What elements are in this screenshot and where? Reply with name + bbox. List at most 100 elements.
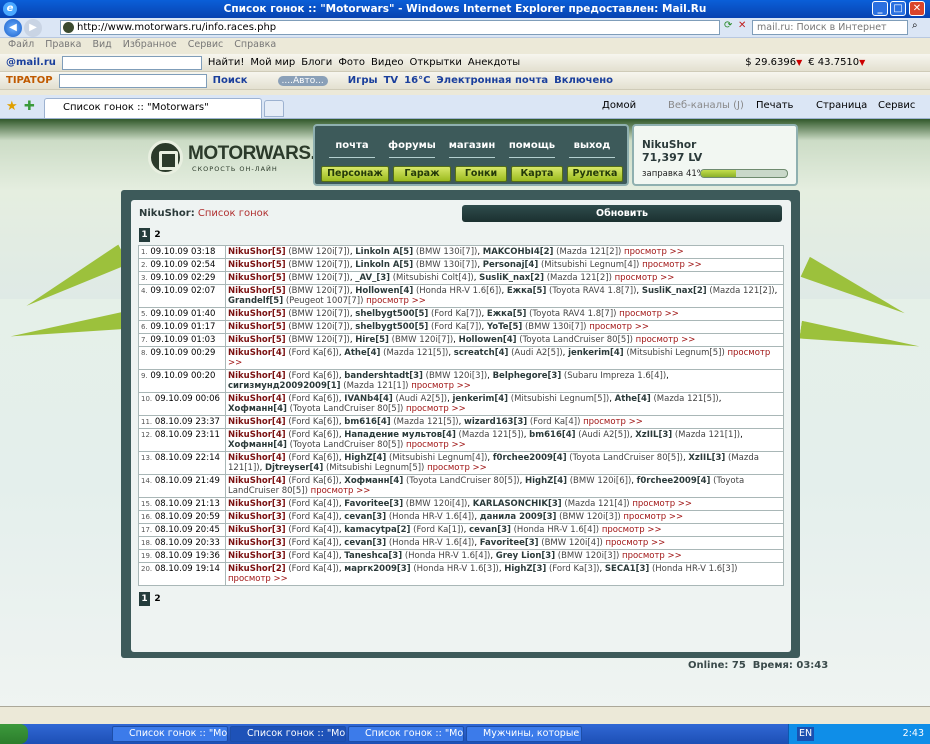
character-button[interactable]: Персонаж [321, 166, 389, 182]
player-name[interactable]: NikuShor[4] [228, 394, 286, 404]
player-name[interactable]: Hire[5] [355, 335, 389, 345]
myworld-link[interactable]: Мой мир [250, 57, 295, 68]
back-button[interactable]: ◀ [4, 19, 22, 37]
view-race-link[interactable]: просмотр >> [366, 296, 426, 306]
menu-favorites[interactable]: Избранное [123, 39, 177, 50]
view-race-link[interactable]: просмотр >> [632, 499, 692, 509]
view-race-link[interactable]: просмотр >> [602, 525, 662, 535]
player-name[interactable]: Нападение мультов[4] [344, 430, 456, 440]
view-race-link[interactable]: просмотр >> [311, 486, 371, 496]
add-favorites-icon[interactable]: ✚ [24, 99, 35, 114]
view-race-link[interactable]: просмотр >> [583, 417, 643, 427]
player-name[interactable]: Ежка[5] [487, 309, 526, 319]
player-name[interactable]: NikuShor[4] [228, 417, 286, 427]
refresh-button[interactable]: Обновить [462, 205, 782, 222]
nav-help[interactable]: помощь [507, 140, 557, 151]
nav-logout[interactable]: выход [567, 140, 617, 151]
player-name[interactable]: Grey Lion[3] [496, 551, 555, 561]
player-name[interactable]: NikuShor[5] [228, 335, 286, 345]
player-name[interactable]: Хофманн[4] [344, 476, 403, 486]
maximize-button[interactable]: □ [890, 1, 906, 16]
mailru-search-input[interactable] [61, 55, 202, 70]
player-name[interactable]: KARLASONCHIK[3] [473, 499, 562, 509]
player-name[interactable]: Djtreyser[4] [265, 463, 323, 473]
nav-mail[interactable]: почта [327, 140, 377, 151]
player-name[interactable]: Хофманн[4] [228, 440, 287, 450]
menu-help[interactable]: Справка [234, 39, 276, 50]
close-button[interactable]: ✕ [909, 1, 925, 16]
player-name[interactable]: f0rchee2009[4] [637, 476, 711, 486]
player-name[interactable]: маргк2009[3] [344, 564, 410, 574]
page-2-top[interactable]: 2 [152, 228, 163, 242]
player-name[interactable]: Favoritee[3] [480, 538, 539, 548]
address-field[interactable]: http://www.motorwars.ru/info.races.php [60, 20, 720, 35]
weather-link[interactable]: 16°C [404, 75, 430, 86]
player-name[interactable]: bm616[4] [529, 430, 575, 440]
player-name[interactable]: Linkoln A[5] [355, 247, 413, 257]
player-name[interactable]: NikuShor[4] [228, 476, 286, 486]
roulette-button[interactable]: Рулетка [567, 166, 623, 182]
refresh-icon[interactable]: ⟳ [724, 20, 732, 31]
forward-button[interactable]: ▶ [24, 19, 42, 37]
garage-button[interactable]: Гараж [393, 166, 451, 182]
player-name[interactable]: NikuShor[5] [228, 322, 286, 332]
player-name[interactable]: данила 2009[3] [480, 512, 557, 522]
player-name[interactable]: Linkoln A[5] [355, 260, 413, 270]
favorites-star-icon[interactable]: ★ [6, 99, 18, 114]
view-race-link[interactable]: просмотр >> [636, 335, 696, 345]
menu-edit[interactable]: Правка [45, 39, 81, 50]
view-race-link[interactable]: просмотр >> [411, 381, 471, 391]
player-name[interactable]: NikuShor[4] [228, 430, 286, 440]
races-button[interactable]: Гонки [455, 166, 507, 182]
player-name[interactable]: HighZ[4] [344, 453, 386, 463]
player-name[interactable]: Hollowen[4] [459, 335, 517, 345]
player-name[interactable]: Taneshca[3] [344, 551, 402, 561]
search-icon[interactable]: ⌕ [912, 20, 918, 31]
player-name[interactable]: Personaj[4] [483, 260, 538, 270]
games-link[interactable]: Игры [348, 75, 378, 86]
player-name[interactable]: NikuShor[4] [228, 453, 286, 463]
page-2-bottom[interactable]: 2 [152, 592, 163, 606]
new-tab-button[interactable] [264, 100, 284, 117]
minimize-button[interactable]: _ [872, 1, 888, 16]
video-link[interactable]: Видео [371, 57, 404, 68]
player-name[interactable]: Athe[4] [615, 394, 651, 404]
view-race-link[interactable]: просмотр >> [642, 260, 702, 270]
player-name[interactable]: Ежка[5] [507, 286, 546, 296]
nav-shop[interactable]: магазин [447, 140, 497, 151]
view-race-link[interactable]: просмотр >> [615, 273, 675, 283]
menu-view[interactable]: Вид [92, 39, 111, 50]
player-name[interactable]: NikuShor[5] [228, 286, 286, 296]
player-name[interactable]: bm616[4] [344, 417, 390, 427]
player-name[interactable]: сигизмунд20092009[1] [228, 381, 341, 391]
player-name[interactable]: kamacytpa[2] [344, 525, 410, 535]
player-name[interactable]: NikuShor[5] [228, 247, 286, 257]
view-race-link[interactable]: просмотр >> [622, 551, 682, 561]
player-name[interactable]: bandershtadt[3] [344, 371, 423, 381]
player-name[interactable]: wizard163[3] [464, 417, 527, 427]
player-name[interactable]: SECA1[3] [605, 564, 649, 574]
player-name[interactable]: XzIIL[3] [688, 453, 725, 463]
player-name[interactable]: jenkerim[4] [568, 348, 624, 358]
player-name[interactable]: NikuShor[3] [228, 551, 286, 561]
player-name[interactable]: Хофманн[4] [228, 404, 287, 414]
player-name[interactable]: NikuShor[5] [228, 309, 286, 319]
view-race-link[interactable]: просмотр >> [619, 309, 679, 319]
player-name[interactable]: MAKCOHbI4[2] [483, 247, 554, 257]
player-name[interactable]: YoTe[5] [487, 322, 522, 332]
player-name[interactable]: cevan[3] [344, 512, 386, 522]
player-name[interactable]: Grandelf[5] [228, 296, 283, 306]
player-name[interactable]: NikuShor[5] [228, 273, 286, 283]
player-name[interactable]: Athe[4] [344, 348, 380, 358]
player-name[interactable]: _AV_[3] [355, 273, 390, 283]
feeds-button[interactable]: Веб-каналы (J) [668, 100, 744, 111]
task-item[interactable]: Список гонок :: "Мо... [348, 726, 464, 742]
player-name[interactable]: shelbygt500[5] [355, 309, 428, 319]
tipatop-search-input[interactable] [58, 73, 207, 88]
enabled-toggle[interactable]: Включено [554, 75, 613, 86]
player-widget[interactable]: ....Авто... [277, 75, 328, 86]
player-name[interactable]: HighZ[4] [525, 476, 567, 486]
photo-link[interactable]: Фото [338, 57, 365, 68]
menu-file[interactable]: Файл [8, 39, 34, 50]
player-name[interactable]: cevan[3] [344, 538, 386, 548]
